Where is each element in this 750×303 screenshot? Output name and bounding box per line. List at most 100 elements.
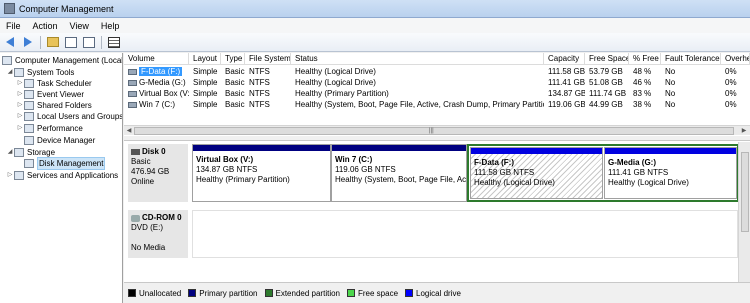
type-cell: Basic: [225, 89, 245, 98]
tree-item-system-tools[interactable]: ◢ System Tools: [6, 67, 74, 78]
legend-item-logical-drive: Logical drive: [405, 289, 461, 298]
partition-name: G-Media (G:): [608, 158, 656, 167]
fault-tolerance-cell: No: [665, 89, 676, 98]
back-button[interactable]: [2, 35, 18, 50]
scrollbar-thumb[interactable]: [741, 152, 749, 232]
volume-name: Win 7 (C:): [139, 100, 175, 109]
storage-icon: [14, 148, 24, 157]
show-hide-tree-button[interactable]: [63, 35, 79, 50]
tree-item-task-scheduler[interactable]: ▷ Task Scheduler: [16, 78, 92, 89]
navigation-tree[interactable]: Computer Management (Local ◢ System Tools…: [0, 53, 123, 303]
file-system-cell: NTFS: [249, 89, 270, 98]
expand-arrow-icon[interactable]: ▷: [6, 170, 14, 181]
menu-help[interactable]: Help: [95, 21, 126, 31]
column-header-status[interactable]: Status: [291, 53, 544, 65]
scroll-left-icon[interactable]: ◀: [125, 127, 133, 135]
properties-icon: [108, 36, 120, 48]
properties-button[interactable]: [106, 35, 122, 50]
scrollbar-thumb[interactable]: [134, 127, 734, 135]
toolbar-separator: [40, 35, 41, 49]
toolbar-separator: [101, 35, 102, 49]
disk-name: Disk 0: [142, 147, 166, 156]
column-header-fault-tolerance[interactable]: Fault Tolerance: [661, 53, 721, 65]
expand-arrow-icon[interactable]: ▷: [16, 111, 24, 122]
percent-free-cell: 48 %: [633, 67, 652, 76]
help-button[interactable]: [81, 35, 97, 50]
column-header-free-space[interactable]: Free Space: [585, 53, 629, 65]
layout-cell: Simple: [193, 89, 218, 98]
up-one-level-button[interactable]: [45, 35, 61, 50]
menu-view[interactable]: View: [64, 21, 95, 31]
expand-arrow-icon[interactable]: ▷: [16, 100, 24, 111]
column-header-capacity[interactable]: Capacity: [544, 53, 585, 65]
volume-icon: [128, 79, 137, 86]
partition-g-media[interactable]: G-Media (G:) 111.41 GB NTFS Healthy (Log…: [604, 147, 737, 199]
partition-f-data[interactable]: F-Data (F:) 111.58 GB NTFS Healthy (Logi…: [470, 147, 603, 199]
partition-status: Healthy (Primary Partition): [196, 175, 290, 184]
volume-list[interactable]: Volume Layout Type File System Status Ca…: [124, 53, 750, 125]
type-cell: Basic: [225, 67, 245, 76]
disk-management-pane: Volume Layout Type File System Status Ca…: [124, 53, 750, 303]
expand-arrow-icon[interactable]: ▷: [16, 78, 24, 89]
disk-status: Online: [131, 177, 155, 186]
partition-size: 111.41 GB NTFS: [608, 168, 669, 177]
disk-type: Basic: [131, 157, 151, 166]
cdrom-icon: [131, 214, 140, 222]
partition-win-7[interactable]: Win 7 (C:) 119.06 GB NTFS Healthy (Syste…: [331, 144, 467, 202]
tree-item-performance[interactable]: ▷ Performance: [16, 123, 83, 134]
partition-name: Virtual Box (V:): [196, 155, 254, 164]
computer-icon: [2, 56, 12, 65]
expand-arrow-icon[interactable]: ▷: [16, 123, 24, 134]
cdrom-status: No Media: [131, 243, 166, 252]
percent-free-cell: 83 %: [633, 89, 652, 98]
column-header-type[interactable]: Type: [221, 53, 245, 65]
legend-swatch: [128, 289, 136, 297]
tree-item-services[interactable]: ▷ Services and Applications: [6, 170, 118, 181]
volume-list-horizontal-scrollbar[interactable]: ◀ ||| ▶: [124, 125, 750, 135]
menu-bar: File Action View Help: [0, 18, 750, 33]
capacity-cell: 119.06 GB: [548, 100, 585, 109]
logical-drive-bar: [471, 148, 602, 154]
cdrom-0-label[interactable]: CD-ROM 0 DVD (E:) No Media: [128, 210, 188, 258]
partition-size: 134.87 GB NTFS: [196, 165, 258, 174]
tree-item-shared-folders[interactable]: ▷ Shared Folders: [16, 100, 92, 111]
column-header-percent-free[interactable]: % Free: [629, 53, 661, 65]
disk-0-label[interactable]: Disk 0 Basic 476.94 GB Online: [128, 144, 188, 202]
tree-item-device-manager[interactable]: Device Manager: [24, 135, 95, 146]
column-header-layout[interactable]: Layout: [189, 53, 221, 65]
menu-file[interactable]: File: [0, 21, 27, 31]
legend-swatch: [264, 289, 273, 297]
status-cell: Healthy (Logical Drive): [295, 67, 376, 76]
tree-item-disk-management[interactable]: Disk Management: [16, 157, 106, 170]
performance-icon: [24, 124, 34, 133]
logical-drive-bar: [605, 148, 736, 154]
column-header-file-system[interactable]: File System: [245, 53, 291, 65]
column-header-overhead[interactable]: Overhea: [721, 53, 750, 65]
tree-item-event-viewer[interactable]: ▷ Event Viewer: [16, 89, 84, 100]
window-title: Computer Management: [19, 3, 114, 14]
partition-status: Healthy (Logical Drive): [474, 178, 555, 187]
tree-item-computer-management[interactable]: Computer Management (Local: [2, 55, 122, 66]
free-space-cell: 51.08 GB: [589, 78, 623, 87]
scrollbar-grip-icon: |||: [429, 128, 434, 134]
users-icon: [24, 112, 34, 121]
status-cell: Healthy (System, Boot, Page File, Active…: [295, 100, 544, 109]
file-system-cell: NTFS: [249, 67, 270, 76]
percent-free-cell: 38 %: [633, 100, 652, 109]
disk-view-vertical-scrollbar[interactable]: [738, 142, 750, 282]
column-header-volume[interactable]: Volume: [124, 53, 189, 65]
cdrom-0-area[interactable]: [192, 210, 738, 258]
menu-action[interactable]: Action: [27, 21, 64, 31]
expand-arrow-icon[interactable]: ▷: [16, 89, 24, 100]
pane-splitter[interactable]: [124, 136, 750, 141]
tree-item-local-users[interactable]: ▷ Local Users and Groups: [16, 111, 122, 122]
collapse-arrow-icon[interactable]: ◢: [6, 67, 14, 78]
collapse-arrow-icon[interactable]: ◢: [6, 147, 14, 158]
overhead-cell: 0%: [725, 89, 737, 98]
status-cell: Healthy (Primary Partition): [295, 89, 389, 98]
forward-button[interactable]: [20, 35, 36, 50]
capacity-cell: 134.87 GB: [548, 89, 585, 98]
partition-virtual-box[interactable]: Virtual Box (V:) 134.87 GB NTFS Healthy …: [192, 144, 331, 202]
scroll-right-icon[interactable]: ▶: [740, 127, 748, 135]
fault-tolerance-cell: No: [665, 78, 676, 87]
